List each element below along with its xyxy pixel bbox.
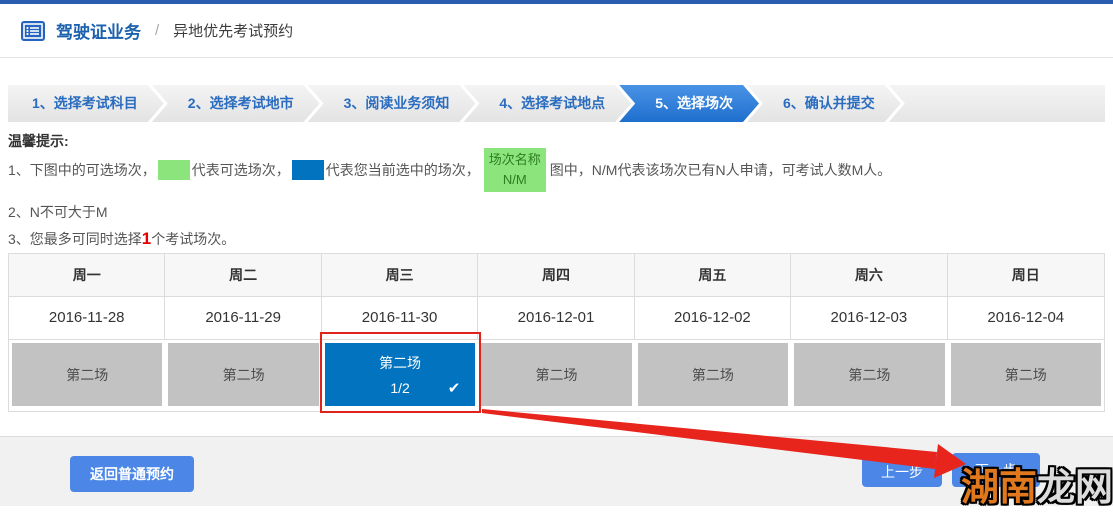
selected-color-swatch [292,160,324,180]
day-header-2: 周二 [165,254,321,297]
session-cell-2: 第二场 [165,340,321,409]
step-tab-1[interactable]: 1、选择考试科目 [8,85,164,122]
previous-step-button[interactable]: 上一步 [862,457,942,487]
date-cell-5: 2016-12-02 [635,297,791,340]
session-count: 1/2 [390,380,409,396]
session-name: 第二场 [1005,365,1047,385]
session-option-4[interactable]: 第二场 [481,343,631,406]
session-schedule-table: 周一周二周三周四周五周六周日2016-11-282016-11-292016-1… [8,253,1105,412]
session-option-selected[interactable]: 第二场 1/2 ✔ [325,343,475,406]
step-tab-4[interactable]: 4、选择考试地点 [463,85,631,122]
tips-line1-part3: 代表您当前选中的场次， [326,160,480,180]
step-tab-3[interactable]: 3、阅读业务须知 [308,85,476,122]
max-select-count: 1 [142,229,151,248]
session-legend-box: 场次名称 N/M [484,148,546,192]
available-color-swatch [158,160,190,180]
day-header-5: 周五 [635,254,791,297]
back-to-normal-booking-button[interactable]: 返回普通预约 [70,456,194,492]
date-cell-1: 2016-11-28 [9,297,165,340]
session-name: 第二场 [692,365,734,385]
tips-line1-part2: 代表可选场次， [192,160,290,180]
date-cell-4: 2016-12-01 [478,297,634,340]
day-header-6: 周六 [791,254,947,297]
session-name: 第二场 [379,353,421,373]
session-option-7[interactable]: 第二场 [951,343,1101,406]
day-header-7: 周日 [948,254,1104,297]
day-header-3: 周三 [322,254,478,297]
tips-line1-part4: 图中，N/M代表该场次已有N人申请，可考试人数M人。 [550,160,891,180]
checkmark-icon: ✔ [448,379,461,397]
session-cell-6: 第二场 [791,340,947,409]
bottom-action-bar: 返回普通预约 上一步 下一步 [0,436,1113,506]
session-name: 第二场 [848,365,890,385]
tips-line-1: 1、下图中的可选场次， 代表可选场次， 代表您当前选中的场次， 场次名称 N/M… [8,147,891,193]
session-cell-1: 第二场 [9,340,165,409]
step-tabs: 1、选择考试科目2、选择考试地市3、阅读业务须知4、选择考试地点5、选择场次6、… [8,85,1105,122]
step-tab-5[interactable]: 5、选择场次 [619,85,759,122]
header-bar: 驾驶证业务 / 异地优先考试预约 [0,4,1113,58]
session-cell-5: 第二场 [635,340,791,409]
session-option-5[interactable]: 第二场 [638,343,788,406]
session-cell-7: 第二场 [948,340,1104,409]
breadcrumb-separator: / [155,22,159,39]
session-name: 第二场 [66,365,108,385]
tips-line-3: 3、您最多可同时选择1个考试场次。 [8,229,235,249]
date-cell-6: 2016-12-03 [791,297,947,340]
step-tabs-filler [889,85,1105,122]
breadcrumb-current: 异地优先考试预约 [173,20,293,41]
watermark: 湖南龙网 [961,466,1113,510]
tips-line3-suffix: 个考试场次。 [151,231,235,247]
breadcrumb-root[interactable]: 驾驶证业务 [56,18,141,43]
session-option-6[interactable]: 第二场 [794,343,944,406]
step-tab-6[interactable]: 6、确认并提交 [747,85,901,122]
session-option-2[interactable]: 第二场 [168,343,318,406]
date-cell-7: 2016-12-04 [948,297,1104,340]
tips-line1-part1: 1、下图中的可选场次， [8,160,156,180]
tips-line3-prefix: 3、您最多可同时选择 [8,231,142,247]
day-header-1: 周一 [9,254,165,297]
session-cell-4: 第二场 [478,340,634,409]
legend-session-count: N/M [503,172,527,187]
tips-line-2: 2、N不可大于M [8,202,108,222]
page: 驾驶证业务 / 异地优先考试预约 1、选择考试科目2、选择考试地市3、阅读业务须… [0,0,1113,519]
session-option-1[interactable]: 第二场 [12,343,162,406]
watermark-part1: 湖南 [961,467,1037,509]
date-cell-3: 2016-11-30 [322,297,478,340]
legend-session-name: 场次名称 [489,152,541,167]
session-cell-3: 第二场 1/2 ✔ [322,340,478,409]
session-name: 第二场 [223,365,265,385]
date-cell-2: 2016-11-29 [165,297,321,340]
watermark-part2: 龙网 [1037,467,1113,509]
day-header-4: 周四 [478,254,634,297]
session-name: 第二场 [535,365,577,385]
business-list-icon [20,19,46,43]
step-tab-2[interactable]: 2、选择考试地市 [152,85,320,122]
